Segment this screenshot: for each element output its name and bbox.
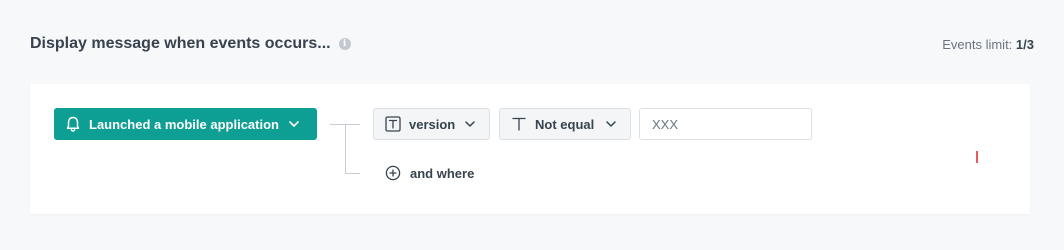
text-type-icon (385, 116, 401, 132)
page-title: Display message when events occurs... (30, 35, 331, 52)
plus-circle-icon (385, 165, 401, 181)
events-limit: Events limit: 1/3 (942, 37, 1034, 52)
chevron-down-icon (289, 121, 299, 127)
event-rule-card: Launched a mobile application version No… (30, 84, 1030, 214)
parameter-select[interactable]: version (373, 108, 490, 140)
events-limit-value: 1/3 (1015, 36, 1034, 52)
info-icon[interactable]: i (338, 38, 351, 50)
operator-select[interactable]: Not equal (499, 108, 631, 140)
connector-line-branch (345, 173, 360, 174)
events-header: Display message when events occurs... i … (30, 30, 1034, 58)
events-limit-label: Events limit: (942, 36, 1013, 52)
chevron-down-icon (465, 121, 475, 127)
and-where-label: and where (410, 165, 475, 181)
connector-line-vertical (345, 124, 346, 173)
bell-icon (66, 116, 80, 132)
parameter-select-label: version (409, 116, 456, 132)
chevron-down-icon (606, 121, 616, 127)
event-select-label: Launched a mobile application (89, 116, 279, 132)
operator-select-label: Not equal (535, 116, 595, 132)
value-input[interactable] (639, 108, 812, 140)
title-wrap: Display message when events occurs... i (30, 35, 351, 53)
validation-marker (976, 151, 978, 163)
text-t-icon (512, 117, 526, 131)
and-where-button[interactable]: and where (385, 162, 474, 184)
event-select-button[interactable]: Launched a mobile application (54, 108, 317, 140)
